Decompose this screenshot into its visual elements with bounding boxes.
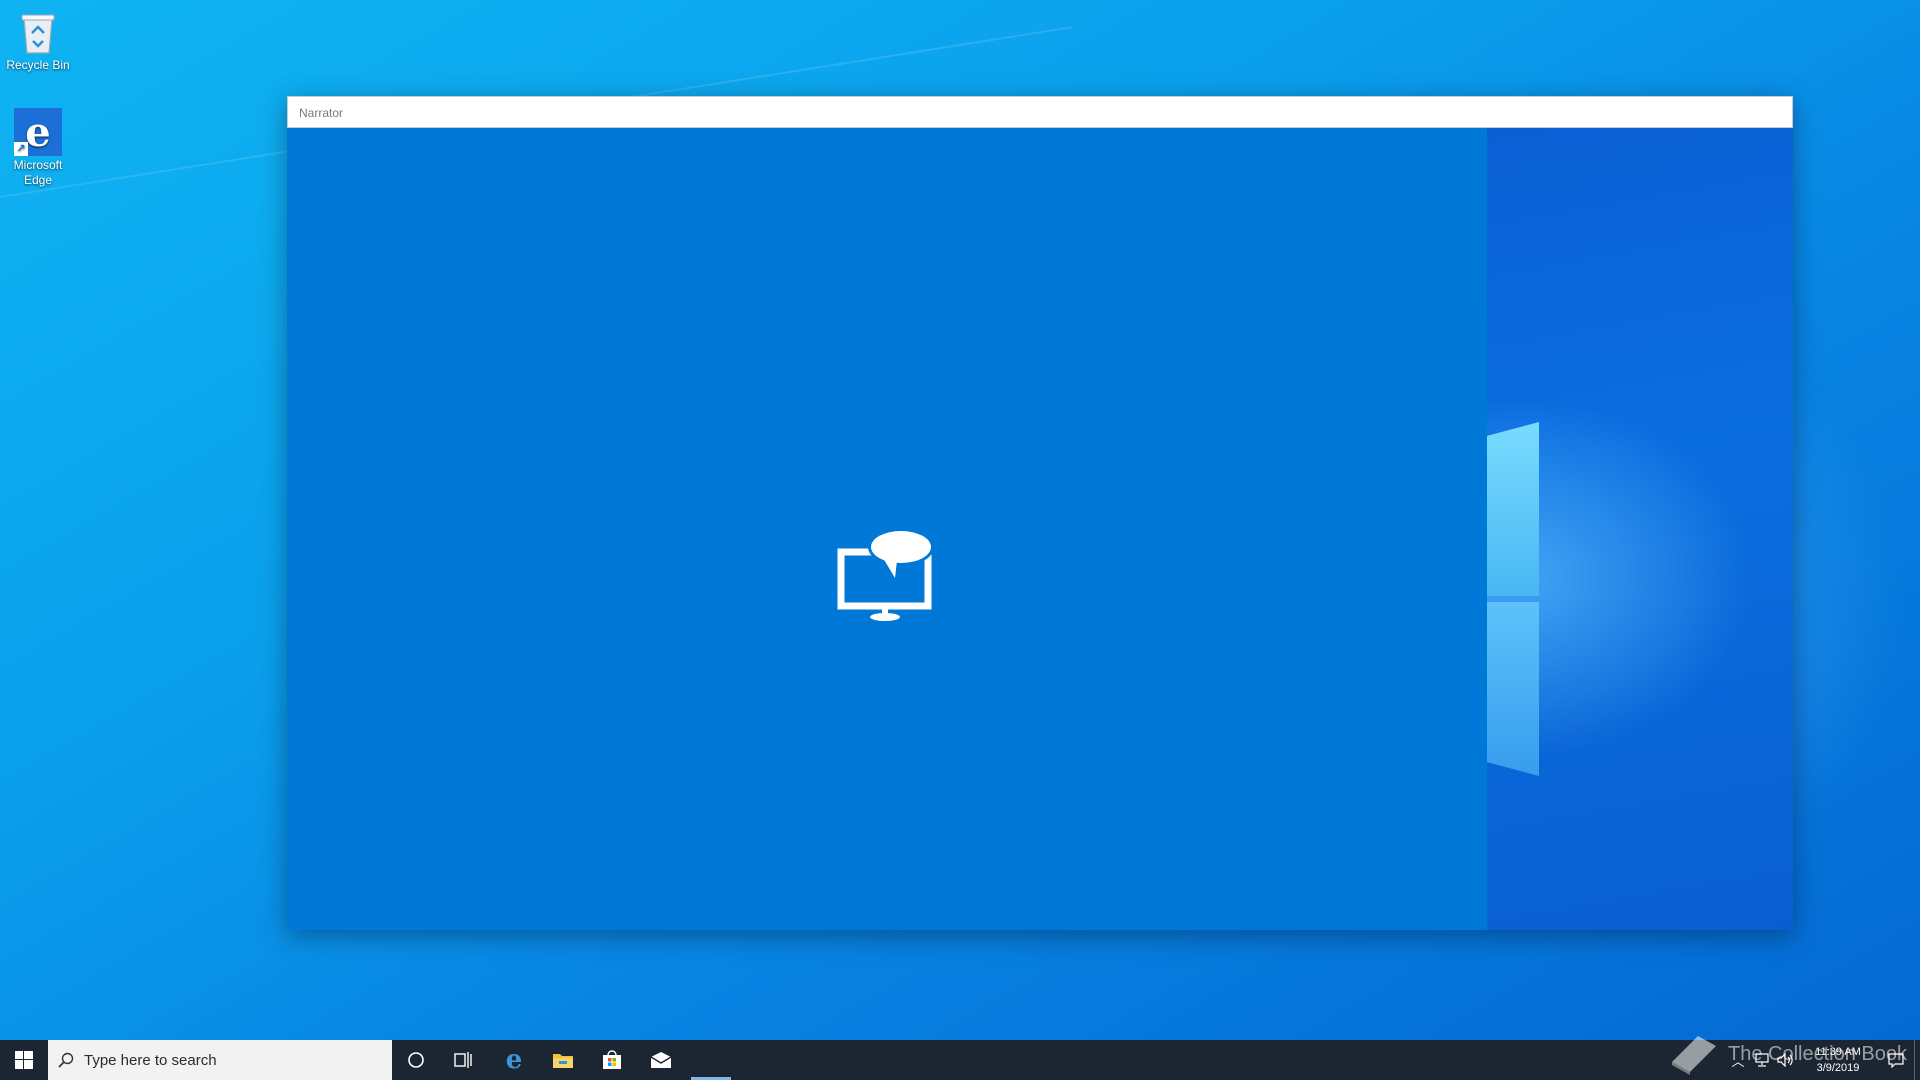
task-view-icon <box>454 1052 472 1068</box>
taskbar-store-button[interactable] <box>588 1040 636 1080</box>
window-titlebar[interactable]: Narrator <box>287 96 1793 128</box>
edge-label: Microsoft Edge <box>13 158 63 187</box>
task-view-button[interactable] <box>440 1040 488 1080</box>
wallpaper-behind-window <box>1487 128 1793 930</box>
desktop-icon-recycle-bin[interactable]: Recycle Bin <box>0 8 76 73</box>
edge-icon: e ↗ <box>14 108 62 156</box>
narrator-window[interactable]: Narrator <box>287 96 1793 930</box>
window-title: Narrator <box>299 106 344 120</box>
edge-icon: e <box>505 1045 523 1075</box>
recycle-bin-icon <box>14 8 62 56</box>
search-icon <box>48 1052 84 1068</box>
taskbar-mail-button[interactable] <box>637 1040 685 1080</box>
recycle-bin-label: Recycle Bin <box>6 58 70 72</box>
show-desktop-button[interactable] <box>1914 1040 1920 1080</box>
file-explorer-icon <box>553 1054 573 1068</box>
store-icon <box>603 1050 621 1069</box>
cortana-button[interactable] <box>392 1040 440 1080</box>
volume-icon[interactable] <box>1774 1040 1798 1080</box>
system-tray: ︿ 11:39 AM 3/9/2019 <box>1726 1040 1920 1080</box>
start-button[interactable] <box>0 1040 48 1080</box>
action-center-icon[interactable] <box>1878 1040 1914 1080</box>
cortana-circle-icon <box>408 1052 424 1068</box>
taskbar: Type here to search e ︿ 11:39 AM 3/9/201… <box>0 1040 1920 1080</box>
clock-time: 11:39 AM <box>1815 1046 1861 1058</box>
show-hidden-icons-chevron-icon[interactable]: ︿ <box>1726 1040 1750 1080</box>
search-placeholder: Type here to search <box>84 1051 217 1069</box>
search-box[interactable]: Type here to search <box>48 1040 392 1080</box>
narrator-splash <box>287 128 1487 930</box>
clock[interactable]: 11:39 AM 3/9/2019 <box>1798 1044 1878 1076</box>
clock-date: 3/9/2019 <box>1816 1062 1860 1074</box>
desktop-icon-microsoft-edge[interactable]: e ↗ Microsoft Edge <box>0 108 76 188</box>
windows-logo-icon <box>15 1051 33 1069</box>
taskbar-edge-button[interactable]: e <box>490 1040 538 1080</box>
mail-icon <box>650 1052 672 1068</box>
network-icon[interactable] <box>1750 1040 1774 1080</box>
narrator-icon <box>837 528 939 627</box>
windows-logo-pane-top <box>1487 422 1539 596</box>
taskbar-file-explorer-button[interactable] <box>539 1040 587 1080</box>
windows-logo-pane-bottom <box>1487 602 1539 776</box>
shortcut-arrow-icon: ↗ <box>14 142 28 156</box>
